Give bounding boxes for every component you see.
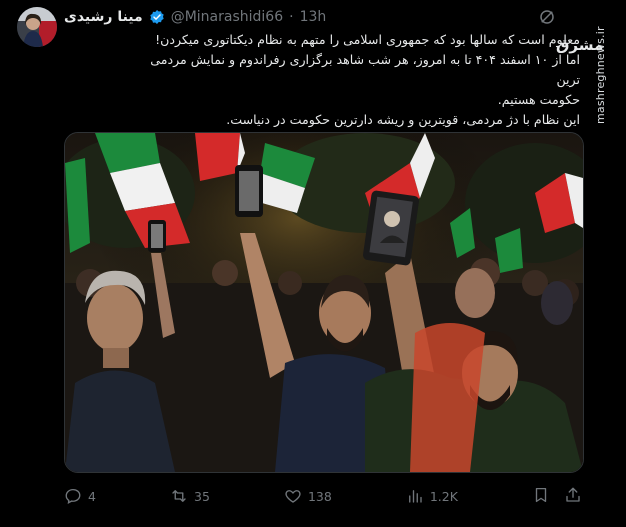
bookmark-icon[interactable] — [532, 486, 550, 507]
tweet-text-line-3: حکومت هستیم. — [497, 92, 580, 107]
tweet-text-line-2: اما از ۱۰ اسفند ۴۰۴ تا به امروز، هر شب ش… — [150, 52, 580, 87]
tweet-text-line-1: معلوم است که سالها بود که جمهوری اسلامی … — [155, 32, 580, 47]
like-button[interactable]: 138 — [284, 487, 332, 505]
verified-badge-icon — [149, 9, 165, 25]
tweet-header: مینا رشیدی @Minarashidi66 · 13h — [64, 7, 326, 27]
tweet-text: معلوم است که سالها بود که جمهوری اسلامی … — [150, 30, 580, 130]
reply-icon — [64, 487, 82, 505]
author-handle[interactable]: @Minarashidi66 — [171, 9, 283, 25]
reply-button[interactable]: 4 — [64, 487, 96, 505]
avatar[interactable] — [17, 7, 57, 47]
repost-count: 35 — [194, 488, 210, 504]
views-count: 1.2K — [429, 488, 458, 504]
tweet[interactable]: مینا رشیدی @Minarashidi66 · 13h مشرق mas… — [0, 0, 626, 527]
repost-icon — [170, 487, 188, 505]
timestamp[interactable]: 13h — [300, 9, 327, 25]
grok-icon[interactable] — [538, 8, 556, 26]
tweet-text-line-4: این نظام با دژ مردمی، قویترین و ریشه دار… — [226, 112, 580, 127]
separator-dot: · — [289, 9, 294, 25]
heart-icon — [284, 487, 302, 505]
repost-button[interactable]: 35 — [170, 487, 210, 505]
like-count: 138 — [307, 488, 332, 504]
tweet-actions: 4 35 138 1.2K — [64, 486, 582, 506]
share-icon[interactable] — [564, 486, 582, 507]
views-icon — [406, 487, 424, 505]
tweet-photo[interactable] — [64, 132, 584, 473]
watermark-site: mashreghnews.ir — [594, 26, 607, 124]
secondary-actions — [532, 486, 582, 507]
author-name[interactable]: مینا رشیدی — [64, 9, 143, 25]
views-button[interactable]: 1.2K — [406, 487, 458, 505]
reply-count: 4 — [88, 488, 96, 504]
